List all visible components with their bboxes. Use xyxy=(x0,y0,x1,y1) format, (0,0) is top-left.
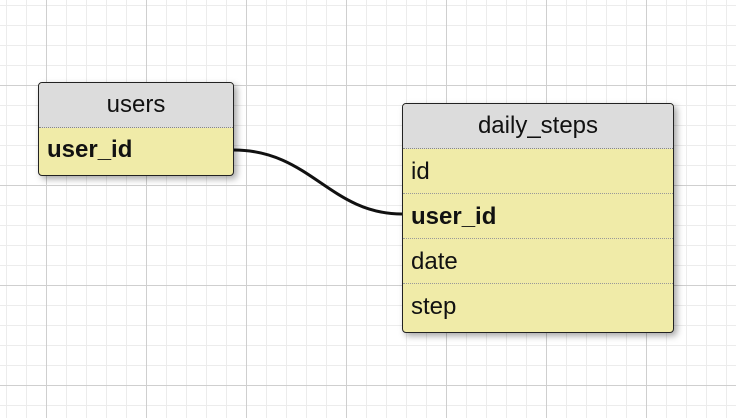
table-daily-steps-field-id[interactable]: id xyxy=(403,149,673,194)
table-daily-steps-field-step[interactable]: step xyxy=(403,284,673,329)
table-daily-steps-field-user-id[interactable]: user_id xyxy=(403,194,673,239)
table-daily-steps-field-date[interactable]: date xyxy=(403,239,673,284)
diagram-canvas[interactable]: users user_id daily_steps id user_id dat… xyxy=(0,0,736,418)
table-users-field-user-id[interactable]: user_id xyxy=(39,128,233,174)
table-daily-steps-title[interactable]: daily_steps xyxy=(403,104,673,149)
table-daily-steps[interactable]: daily_steps id user_id date step xyxy=(402,103,674,333)
table-users-title[interactable]: users xyxy=(39,83,233,128)
relation-line-users-daily-steps[interactable] xyxy=(233,148,403,216)
table-users[interactable]: users user_id xyxy=(38,82,234,176)
